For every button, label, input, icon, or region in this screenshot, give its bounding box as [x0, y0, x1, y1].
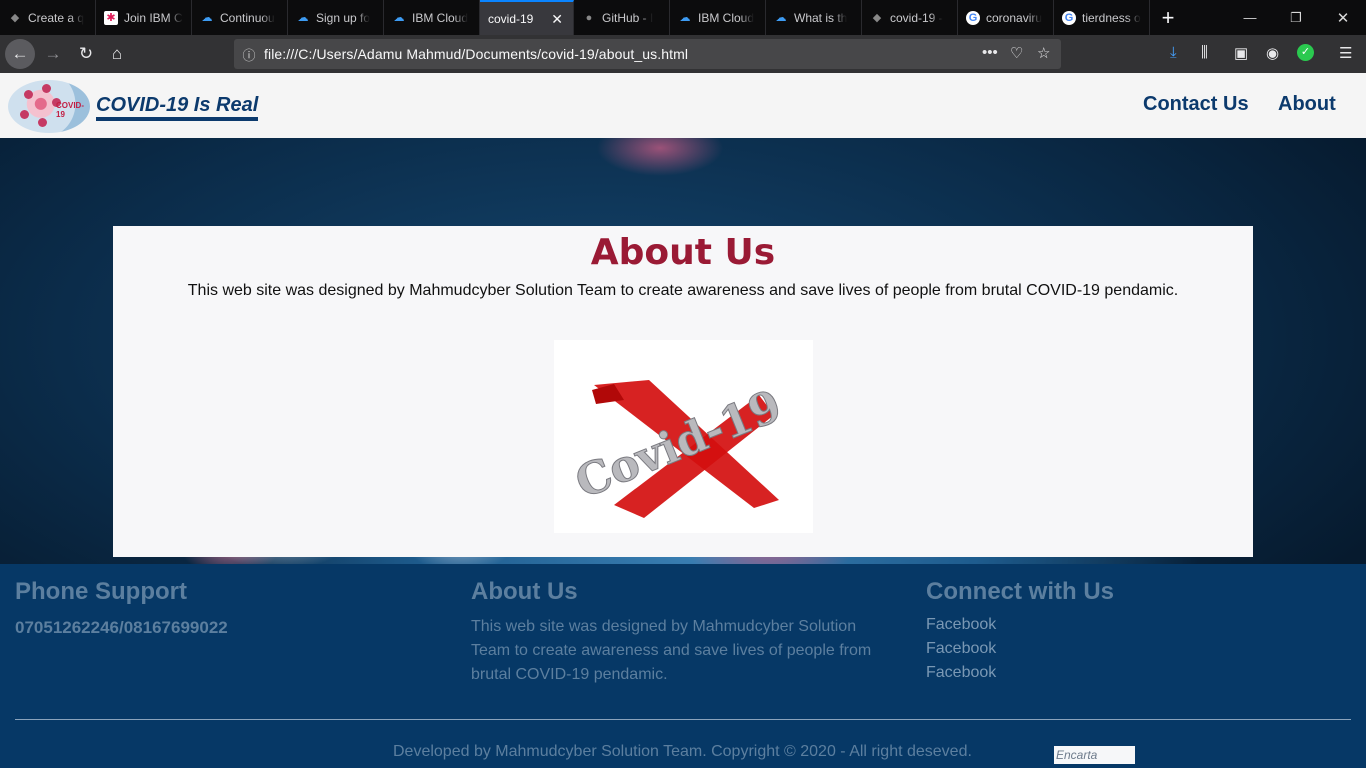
- site-footer: Phone Support 07051262246/08167699022 Ab…: [0, 564, 1366, 768]
- footer-connect-title: Connect with Us: [926, 578, 1115, 605]
- footer-phone-number: 07051262246/08167699022: [15, 618, 228, 637]
- footer-phone-title: Phone Support: [15, 578, 187, 605]
- info-icon[interactable]: ⓘ: [234, 45, 264, 64]
- new-tab-button[interactable]: +: [1150, 0, 1186, 35]
- slack-icon: ✱: [104, 10, 118, 25]
- tab-6[interactable]: ● GitHub - I: [574, 0, 670, 35]
- bookmark-star-icon[interactable]: ☆: [1037, 44, 1050, 62]
- pocket-icon[interactable]: ♡: [1010, 44, 1023, 62]
- about-content-box: About Us This web site was designed by M…: [113, 226, 1253, 557]
- forward-icon[interactable]: →: [38, 39, 68, 69]
- tab-11[interactable]: Gtierdness o: [1054, 0, 1150, 35]
- tab-3[interactable]: ☁ Sign up fo: [288, 0, 384, 35]
- close-tab-icon[interactable]: ✕: [551, 11, 563, 28]
- download-icon[interactable]: ⤓: [1170, 44, 1177, 61]
- url-text[interactable]: file:///C:/Users/Adamu Mahmud/Documents/…: [264, 46, 688, 62]
- extension-check-icon[interactable]: ✓: [1297, 44, 1314, 61]
- ibm-cloud-icon: ☁: [393, 12, 405, 24]
- web-page: COVID-19 COVID-19 Is Real Contact Us Abo…: [0, 73, 1366, 768]
- brand-title[interactable]: COVID-19 Is Real: [96, 94, 259, 121]
- virus-spike: [38, 118, 47, 127]
- site-header: COVID-19 COVID-19 Is Real Contact Us Abo…: [0, 73, 1366, 138]
- github-icon: ◆: [10, 12, 20, 24]
- tab-8[interactable]: ☁ What is th: [766, 0, 862, 35]
- ibm-cloud-icon: ☁: [679, 12, 691, 24]
- tab-5-active[interactable]: covid-19 ✕: [480, 0, 574, 35]
- tab-0[interactable]: ◆ Create a q: [0, 0, 96, 35]
- restore-icon[interactable]: ❐: [1273, 0, 1319, 35]
- tab-10[interactable]: Gcoronaviru: [958, 0, 1054, 35]
- covid-19-image: Covid-19: [554, 340, 813, 533]
- logo-text: COVID-19: [56, 101, 84, 119]
- sidebar-icon[interactable]: ▣: [1234, 44, 1248, 62]
- about-description: This web site was designed by Mahmudcybe…: [187, 282, 1179, 299]
- footer-facebook-link[interactable]: Facebook: [926, 616, 996, 634]
- minimize-icon[interactable]: —: [1227, 0, 1273, 35]
- virus-spike: [42, 84, 51, 93]
- covid-logo-image[interactable]: COVID-19: [8, 80, 90, 133]
- encarta-badge[interactable]: Encarta: [1054, 746, 1135, 764]
- footer-copyright: Developed by Mahmudcyber Solution Team. …: [393, 743, 972, 760]
- virus-spike: [20, 110, 29, 119]
- footer-about-title: About Us: [471, 578, 578, 605]
- footer-divider: [15, 719, 1351, 720]
- virus-background-hero: About Us This web site was designed by M…: [0, 138, 1366, 564]
- ibm-cloud-icon: ☁: [201, 12, 213, 24]
- menu-icon[interactable]: ☰: [1339, 44, 1352, 62]
- tab-4[interactable]: ☁ IBM Cloud: [384, 0, 480, 35]
- address-bar[interactable]: ⓘ file:///C:/Users/Adamu Mahmud/Document…: [234, 39, 1061, 69]
- tab-strip: ◆ Create a q ✱ Join IBM C ☁ Continuou ☁ Sign…: [0, 0, 1366, 35]
- account-icon[interactable]: ◉: [1266, 44, 1279, 62]
- library-icon[interactable]: ⫼: [1201, 44, 1208, 61]
- tab-2[interactable]: ☁ Continuou: [192, 0, 288, 35]
- reload-icon[interactable]: ↻: [71, 39, 101, 69]
- nav-contact-us[interactable]: Contact Us: [1143, 93, 1249, 116]
- ibm-cloud-icon: ☁: [775, 12, 787, 24]
- github-icon: ◆: [872, 12, 882, 24]
- footer-facebook-link[interactable]: Facebook: [926, 664, 996, 682]
- footer-about-text: This web site was designed by Mahmudcybe…: [471, 618, 872, 683]
- virus-spike: [24, 90, 33, 99]
- ibm-cloud-icon: ☁: [297, 12, 309, 24]
- footer-facebook-link[interactable]: Facebook: [926, 640, 996, 658]
- back-icon[interactable]: ←: [5, 39, 35, 69]
- home-icon[interactable]: ⌂: [102, 39, 132, 69]
- close-window-icon[interactable]: ✕: [1320, 0, 1366, 35]
- google-icon: G: [966, 10, 980, 25]
- covid-cross-graphic: Covid-19: [568, 380, 789, 518]
- github-icon: ●: [585, 11, 593, 24]
- page-title: About Us: [590, 232, 776, 273]
- google-icon: G: [1062, 10, 1076, 25]
- page-actions-icon[interactable]: •••: [982, 44, 998, 61]
- tab-7[interactable]: ☁ IBM Cloud: [670, 0, 766, 35]
- tab-1[interactable]: ✱ Join IBM C: [96, 0, 192, 35]
- navigation-toolbar: ← → ↻ ⌂ ⓘ file:///C:/Users/Adamu Mahmud/…: [0, 35, 1366, 73]
- tab-9[interactable]: ◆ covid-19 -: [862, 0, 958, 35]
- nav-about[interactable]: About: [1278, 93, 1336, 116]
